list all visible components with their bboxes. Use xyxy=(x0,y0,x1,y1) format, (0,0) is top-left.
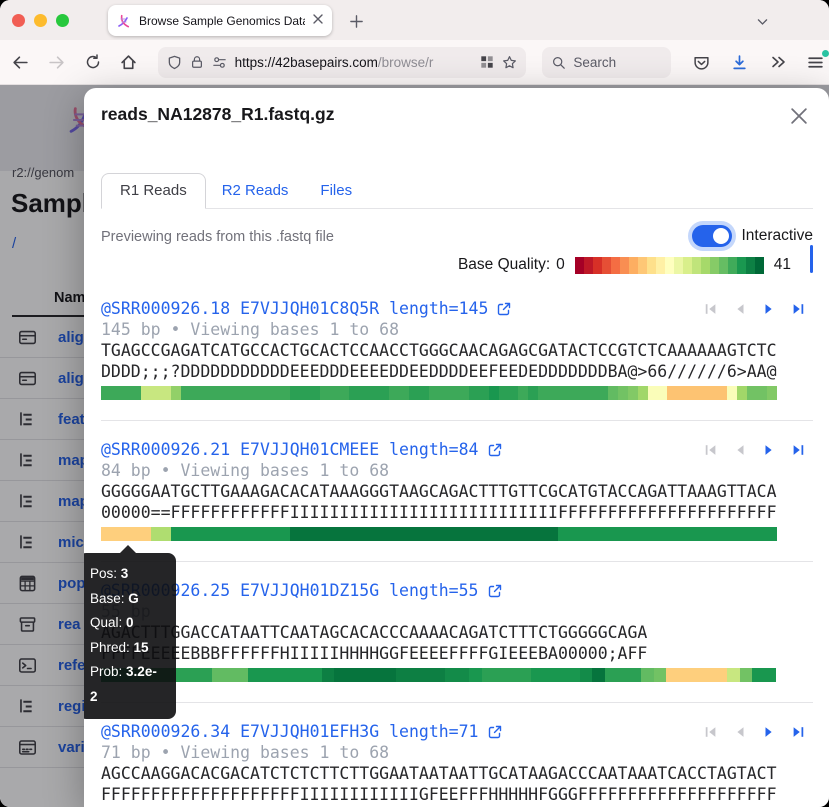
lock-icon[interactable] xyxy=(190,55,204,69)
first-page-icon[interactable] xyxy=(704,443,718,457)
modal-scrollbar-thumb[interactable] xyxy=(810,245,813,273)
quality-heatmap[interactable] xyxy=(101,668,777,682)
base-quality-legend: Base Quality: 0 41 xyxy=(458,256,791,274)
tooltip-row: Qual: 0 xyxy=(90,611,164,636)
base-pager xyxy=(704,725,805,739)
extensions-overflow-icon[interactable] xyxy=(765,49,791,75)
browser-tab[interactable]: Browse Sample Genomics Data xyxy=(108,5,332,36)
search-bar[interactable]: Search xyxy=(542,47,671,78)
read-quality-string: 00000==FFFFFFFFFFFFIIIIIIIIIIIIIIIIIIIII… xyxy=(101,502,813,523)
browser-toolbar: https://42basepairs.com/browse/r Search xyxy=(0,40,829,85)
forward-button[interactable] xyxy=(42,47,72,77)
read-info: 71 bp • Viewing bases 1 to 68 xyxy=(101,742,813,763)
interactive-toggle[interactable] xyxy=(692,225,732,247)
external-link-icon[interactable] xyxy=(496,301,512,317)
base-pager xyxy=(704,443,805,457)
read-info: 55 bp xyxy=(101,601,813,622)
prev-page-icon[interactable] xyxy=(733,725,747,739)
read-block: @SRR000926.25 E7VJJQH01DZ15G length=55 5… xyxy=(101,561,813,702)
tooltip-row: Base: G xyxy=(90,587,164,612)
container-blocks-icon[interactable] xyxy=(480,55,494,69)
read-quality-string: DDDD;;;?DDDDDDDDDDDEEEDDDEEEEDDEEDDDDEEF… xyxy=(101,361,813,382)
tooltip-row: Pos: 3 xyxy=(90,562,164,587)
shield-icon[interactable] xyxy=(167,55,182,70)
minimize-window-button[interactable] xyxy=(34,14,47,27)
quality-colormap-bar xyxy=(575,257,764,274)
read-quality-string: FFFFEEEEEBBBFFFFFFHIIIIIHHHHGGFEEEEFFFFG… xyxy=(101,643,813,664)
search-placeholder: Search xyxy=(573,55,616,70)
read-quality-string: FFFFFFFFFFFFFFFFFFFFIIIIIIIIIIIIGFEEFFFH… xyxy=(101,784,813,805)
read-sequence: AGCCAAGGACACGACATCTCTCTTCTTGGAATAATAATTG… xyxy=(101,763,813,784)
external-link-icon[interactable] xyxy=(487,442,503,458)
back-button[interactable] xyxy=(6,47,36,77)
legend-label: Base Quality: xyxy=(458,256,550,274)
tab-title: Browse Sample Genomics Data xyxy=(139,14,305,28)
base-quality-tooltip: Pos: 3 Base: G Qual: 0 Phred: 15 Prob: 3… xyxy=(84,553,176,719)
read-sequence: AGACTTTGGACCATAATTCAATAGCACACCCAAAACAGAT… xyxy=(101,622,813,643)
pocket-icon[interactable] xyxy=(689,49,715,75)
external-link-icon[interactable] xyxy=(487,583,503,599)
read-block: @SRR000926.34 E7VJJQH01EFH3G length=71 7… xyxy=(101,702,813,807)
browser-window: Browse Sample Genomics Data xyxy=(0,0,829,807)
search-icon xyxy=(552,56,565,69)
read-header-link[interactable]: @SRR000926.18 E7VJJQH01C8Q5R length=145 xyxy=(101,298,512,319)
read-info: 145 bp • Viewing bases 1 to 68 xyxy=(101,319,813,340)
quality-heatmap[interactable] xyxy=(101,386,777,400)
first-page-icon[interactable] xyxy=(704,725,718,739)
legend-min: 0 xyxy=(556,256,565,274)
modal-tab-bar: R1 Reads R2 Reads Files xyxy=(101,173,813,209)
prev-page-icon[interactable] xyxy=(733,443,747,457)
menu-notification-dot xyxy=(822,50,829,57)
base-pager xyxy=(704,302,805,316)
read-header-link[interactable]: @SRR000926.21 E7VJJQH01CMEEE length=84 xyxy=(101,439,503,460)
menu-hamburger-icon[interactable] xyxy=(803,49,829,75)
browser-titlebar: Browse Sample Genomics Data xyxy=(0,0,829,40)
tab-close-icon[interactable] xyxy=(312,12,324,30)
url-bar[interactable]: https://42basepairs.com/browse/r xyxy=(158,47,527,78)
new-tab-button[interactable] xyxy=(344,9,368,33)
next-page-icon[interactable] xyxy=(762,302,776,316)
traffic-lights xyxy=(12,14,69,27)
modal-title: reads_NA12878_R1.fastq.gz xyxy=(101,104,334,125)
quality-heatmap[interactable] xyxy=(101,527,777,541)
tooltip-row: Phred: 15 xyxy=(90,636,164,661)
zoom-window-button[interactable] xyxy=(56,14,69,27)
tab-files[interactable]: Files xyxy=(304,174,368,208)
read-header-link[interactable]: @SRR000926.34 E7VJJQH01EFH3G length=71 xyxy=(101,721,503,742)
read-block: @SRR000926.18 E7VJJQH01C8Q5R length=145 … xyxy=(101,284,813,420)
close-window-button[interactable] xyxy=(12,14,25,27)
tooltip-row: Prob: 3.2e-2 xyxy=(90,660,164,709)
read-sequence: TGAGCCGAGATCATGCCACTGCACTCCAACCTGGGCAACA… xyxy=(101,340,813,361)
toggle-knob xyxy=(713,228,729,244)
url-text[interactable]: https://42basepairs.com/browse/r xyxy=(235,55,473,70)
reload-button[interactable] xyxy=(78,47,108,77)
next-page-icon[interactable] xyxy=(762,443,776,457)
last-page-icon[interactable] xyxy=(791,725,805,739)
list-tabs-chevron-icon[interactable] xyxy=(750,9,774,33)
preview-description: Previewing reads from this .fastq file xyxy=(101,225,371,274)
next-page-icon[interactable] xyxy=(762,725,776,739)
tab-r1-reads[interactable]: R1 Reads xyxy=(101,173,206,209)
reads-list: @SRR000926.18 E7VJJQH01C8Q5R length=145 … xyxy=(101,284,813,807)
legend-max: 41 xyxy=(774,256,791,274)
home-button[interactable] xyxy=(114,47,144,77)
prev-page-icon[interactable] xyxy=(733,302,747,316)
last-page-icon[interactable] xyxy=(791,443,805,457)
first-page-icon[interactable] xyxy=(704,302,718,316)
external-link-icon[interactable] xyxy=(487,724,503,740)
read-sequence: GGGGGAATGCTTGAAAGACACATAAAGGGTAAGCAGACTT… xyxy=(101,481,813,502)
permissions-icon[interactable] xyxy=(212,55,227,70)
dna-favicon-icon xyxy=(116,13,132,29)
downloads-icon[interactable] xyxy=(727,49,753,75)
file-preview-modal: reads_NA12878_R1.fastq.gz R1 Reads R2 Re… xyxy=(84,88,829,807)
last-page-icon[interactable] xyxy=(791,302,805,316)
bookmark-star-icon[interactable] xyxy=(502,55,517,70)
modal-close-icon[interactable] xyxy=(789,106,809,131)
read-info: 84 bp • Viewing bases 1 to 68 xyxy=(101,460,813,481)
tab-r2-reads[interactable]: R2 Reads xyxy=(206,174,305,208)
interactive-label: Interactive xyxy=(741,227,813,245)
read-block: @SRR000926.21 E7VJJQH01CMEEE length=84 8… xyxy=(101,420,813,561)
